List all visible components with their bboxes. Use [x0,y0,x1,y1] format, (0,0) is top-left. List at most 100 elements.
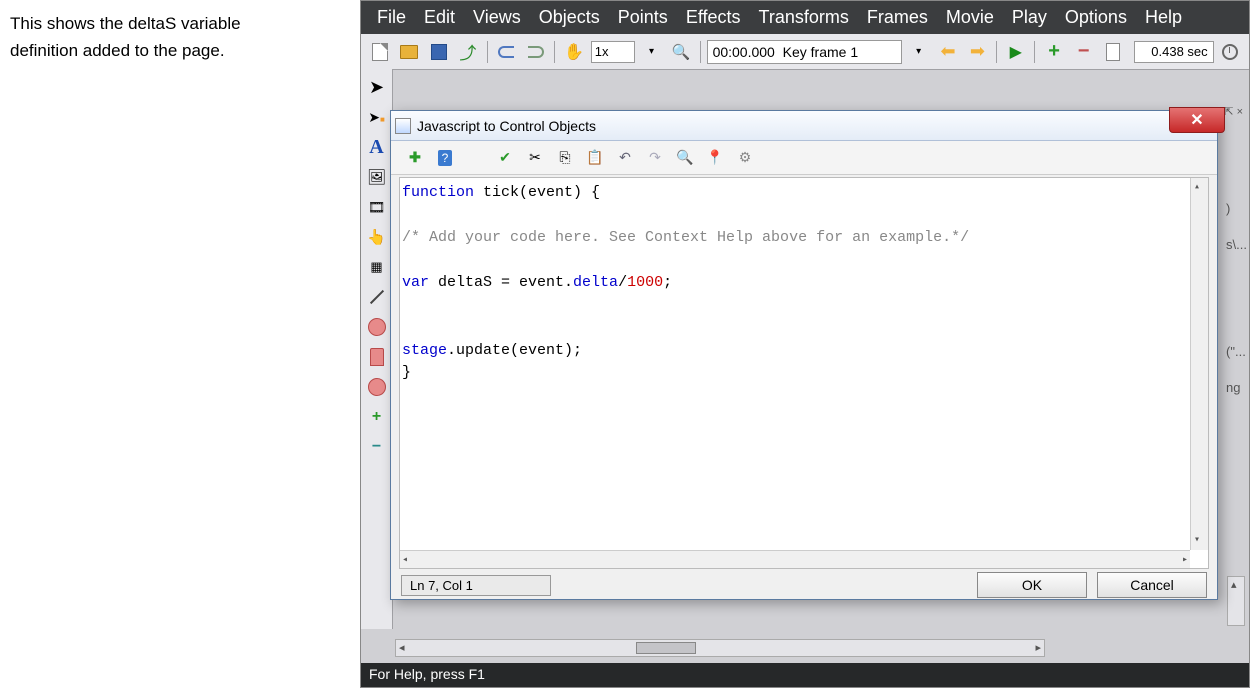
frame-select[interactable] [707,40,902,64]
code-editor[interactable]: function tick(event) { /* Add your code … [399,177,1209,569]
toolbar-separator [1034,41,1035,63]
subselect-tool[interactable]: ➤■ [365,105,389,129]
menu-effects[interactable]: Effects [680,5,747,30]
open-file-button[interactable] [396,39,421,65]
button-tool[interactable]: 👆 [365,225,389,249]
paste-button[interactable]: 📋 [585,148,605,168]
redo-script-button[interactable]: ↷ [645,148,665,168]
image-tool[interactable]: 🖼 [365,165,389,189]
dialog-title: Javascript to Control Objects [417,118,596,134]
redo-icon [528,46,544,58]
arrow-right-icon: ➡ [970,41,985,62]
canvas-v-scrollbar[interactable] [1227,576,1245,626]
redo-button[interactable] [523,39,548,65]
editor-h-scrollbar[interactable] [400,550,1190,568]
dialog-toolbar: ✚ ? ✔ ✂ ⎘ 📋 ↶ ↷ 🔍 📍 ⚙ [391,141,1217,175]
panel-pin-close[interactable]: ⇱ × [1224,105,1243,118]
menu-help[interactable]: Help [1139,5,1188,30]
select-tool[interactable]: ➤ [365,75,389,99]
circle-tool[interactable] [365,375,389,399]
ellipse-tool[interactable] [365,315,389,339]
menu-bar: File Edit Views Objects Points Effects T… [361,1,1249,34]
plus-icon: ✚ [409,149,421,166]
next-frame-button[interactable]: ➡ [965,39,990,65]
time-display[interactable] [1134,41,1214,63]
add-snippet-button[interactable]: ✚ [405,148,425,168]
pointer-icon: ➤ [369,77,384,98]
new-file-button[interactable] [367,39,392,65]
circle-icon [368,378,386,396]
bookmark-button[interactable]: 📍 [705,148,725,168]
hand-icon: ✋ [564,42,584,62]
ok-button[interactable]: OK [977,572,1087,598]
prev-frame-button[interactable]: ⬅ [935,39,960,65]
add-button[interactable]: + [1041,39,1066,65]
minus-icon: − [1078,40,1090,63]
page-caption: This shows the deltaS variable definitio… [10,10,310,64]
menu-frames[interactable]: Frames [861,5,934,30]
undo-script-button[interactable]: ↶ [615,148,635,168]
export-button[interactable]: ⤴ [455,39,480,65]
clock-icon [1222,44,1238,60]
zoom-in-button[interactable]: 🔍 [668,39,693,65]
rect-tool[interactable] [365,345,389,369]
script-dialog: Javascript to Control Objects ✕ ✚ ? ✔ ✂ … [390,110,1218,600]
menu-edit[interactable]: Edit [418,5,461,30]
menu-points[interactable]: Points [612,5,674,30]
cancel-button[interactable]: Cancel [1097,572,1207,598]
image-icon: 🖼 [367,168,386,186]
minus-icon: − [372,438,381,456]
menu-transforms[interactable]: Transforms [753,5,855,30]
toolbar-separator [996,41,997,63]
copy-button[interactable]: ⎘ [555,148,575,168]
clock-button[interactable] [1218,39,1243,65]
toolbar-separator [554,41,555,63]
save-button[interactable] [426,39,451,65]
help-button[interactable]: ? [435,148,455,168]
sprite-tool[interactable]: ▦ [365,255,389,279]
line-tool[interactable] [365,285,389,309]
new-file-icon [372,43,388,61]
cursor-position: Ln 7, Col 1 [401,575,551,596]
add-shape-tool[interactable]: + [365,405,389,429]
text-tool[interactable]: A [365,135,389,159]
zoom-dropdown[interactable]: ▾ [639,39,664,65]
menu-options[interactable]: Options [1059,5,1133,30]
zoom-select[interactable] [591,41,635,63]
scissors-icon: ✂ [529,149,541,166]
settings-button[interactable]: ⚙ [735,148,755,168]
ellipse-icon [368,318,386,336]
delete-shape-tool[interactable]: − [365,435,389,459]
dialog-titlebar[interactable]: Javascript to Control Objects ✕ [391,111,1217,141]
gear-small-icon: ⚙ [739,149,752,166]
save-icon [431,44,447,60]
pan-button[interactable]: ✋ [561,39,586,65]
close-icon: ✕ [1190,110,1203,130]
undo-icon: ↶ [619,149,631,166]
cut-button[interactable]: ✂ [525,148,545,168]
menu-play[interactable]: Play [1006,5,1053,30]
frame-dropdown[interactable]: ▾ [906,39,931,65]
find-button[interactable]: 🔍 [675,148,695,168]
dialog-close-button[interactable]: ✕ [1169,107,1225,133]
movie-tool[interactable]: 🎞 [365,195,389,219]
canvas-h-scrollbar[interactable] [395,639,1045,657]
play-button[interactable]: ▶ [1003,39,1028,65]
menu-views[interactable]: Views [467,5,527,30]
export-icon: ⤴ [459,39,476,64]
chevron-down-icon: ▾ [649,46,654,57]
menu-objects[interactable]: Objects [533,5,606,30]
menu-file[interactable]: File [371,5,412,30]
undo-button[interactable] [494,39,519,65]
magnifier-icon: 🔍 [672,43,691,61]
editor-v-scrollbar[interactable] [1190,178,1208,550]
check-button[interactable]: ✔ [495,148,515,168]
chevron-down-icon: ▾ [916,46,921,57]
properties-button[interactable] [1100,39,1125,65]
scrollbar-thumb[interactable] [636,642,696,654]
copy-icon: ⎘ [559,149,570,166]
menu-movie[interactable]: Movie [940,5,1000,30]
remove-button[interactable]: − [1071,39,1096,65]
frames-icon: ▦ [370,259,382,275]
dialog-status-row: Ln 7, Col 1 OK Cancel [391,571,1217,599]
